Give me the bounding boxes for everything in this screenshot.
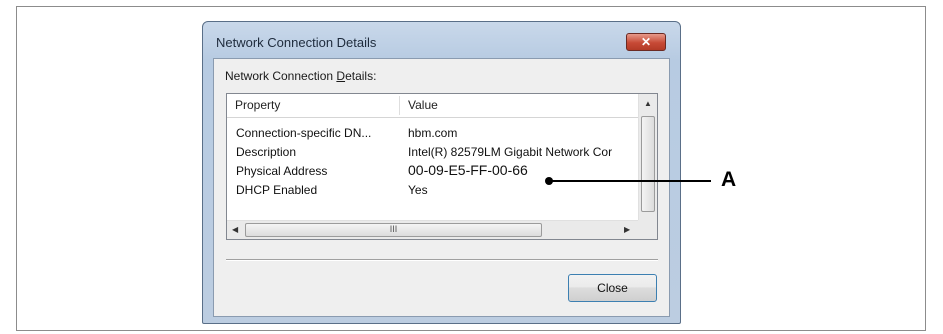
horizontal-scroll-thumb[interactable]: III [245,223,542,237]
network-connection-details-dialog: Network Connection Details ✕ Network Con… [202,21,681,324]
row-value-physical-address: 00-09-E5-FF-00-66 [408,162,528,178]
details-list[interactable]: Property Value Connection-specific DN...… [226,93,658,240]
row-property: Connection-specific DN... [236,126,372,140]
row-property: DHCP Enabled [236,183,318,197]
list-row[interactable]: Connection-specific DN... hbm.com [227,124,639,143]
close-icon: ✕ [640,35,652,49]
dialog-client-area: Network Connection Details: Property Val… [213,58,670,317]
separator-line [226,259,658,261]
vertical-scrollbar[interactable]: ▲ [638,94,657,221]
column-header: Property Value [227,94,639,118]
list-rows: Connection-specific DN... hbm.com Descri… [227,124,639,200]
column-header-value[interactable]: Value [400,94,639,117]
vertical-scroll-thumb[interactable] [641,116,655,212]
list-label-post: etails: [345,69,377,83]
scroll-up-icon[interactable]: ▲ [644,99,652,108]
row-value: Intel(R) 82579LM Gigabit Network Cor [408,145,613,159]
row-property: Description [236,145,297,159]
scroll-right-icon[interactable]: ▶ [624,225,630,234]
list-row[interactable]: DHCP Enabled Yes [227,181,639,200]
callout-label: A [721,168,737,191]
row-property: Physical Address [236,164,328,178]
close-button[interactable]: Close [568,274,657,302]
scroll-left-icon[interactable]: ◀ [232,225,238,234]
dialog-title: Network Connection Details [216,35,377,50]
row-value: hbm.com [408,126,458,140]
list-row[interactable]: Physical Address 00-09-E5-FF-00-66 [227,162,639,181]
callout-leader-line [548,180,711,182]
row-value: Yes [408,183,428,197]
list-label-accelerator: D [336,69,346,83]
horizontal-scrollbar[interactable]: ◀ III ▶ [227,220,639,239]
scrollbar-corner [638,220,657,239]
column-header-property[interactable]: Property [227,94,399,117]
list-label-pre: Network Connection [225,69,337,83]
list-label: Network Connection Details: [225,69,376,83]
grip-icon: III [389,224,398,234]
title-close-button[interactable]: ✕ [626,33,666,51]
list-row[interactable]: Description Intel(R) 82579LM Gigabit Net… [227,143,639,162]
